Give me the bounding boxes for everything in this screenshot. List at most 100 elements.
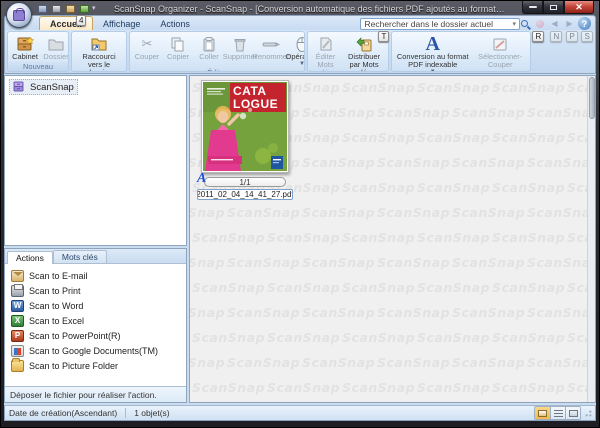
qat-home-button[interactable] bbox=[64, 3, 76, 14]
statusbar-separator bbox=[125, 408, 126, 418]
renommer-button[interactable]: Renommer bbox=[256, 33, 286, 68]
file-list-area[interactable]: ScanSnapScanSnapScanSnapScanSnapScanSnap… bbox=[189, 75, 596, 403]
previous-icon: ◀ bbox=[551, 20, 557, 28]
home-icon bbox=[66, 5, 75, 13]
watermark-text: ScanSnap bbox=[190, 305, 225, 320]
help-button[interactable]: ? bbox=[578, 17, 591, 30]
watermark-text: ScanSnap bbox=[267, 230, 340, 245]
scrollbar-thumb[interactable] bbox=[589, 77, 595, 119]
file-name[interactable]: 2011_02_04_14_41_27.pdf bbox=[197, 189, 293, 200]
stop-search-icon bbox=[536, 20, 544, 28]
cabinet-button[interactable]: Cabinet bbox=[10, 33, 40, 62]
watermark-text: ScanSnap bbox=[342, 130, 415, 145]
watermark-text: ScanSnap bbox=[492, 180, 565, 195]
pdf-thumbnail[interactable]: CATA LOGUE bbox=[201, 80, 289, 173]
tab-actions[interactable]: Actions bbox=[150, 17, 200, 30]
watermark-text: ScanSnap bbox=[527, 155, 595, 170]
watermark-text: ScanSnap bbox=[302, 305, 375, 320]
supprimer-button[interactable]: Supprimer bbox=[225, 33, 255, 68]
qat-scan-button[interactable] bbox=[78, 3, 90, 14]
select-cut-icon bbox=[492, 35, 508, 53]
svg-text:LOGUE: LOGUE bbox=[233, 97, 278, 111]
action-scan-to-excel[interactable]: X Scan to Excel bbox=[7, 313, 184, 328]
watermark-text: ScanSnap bbox=[492, 380, 565, 395]
paste-icon bbox=[202, 35, 216, 53]
previous-result-button[interactable]: ◀ bbox=[548, 18, 561, 30]
coller-button[interactable]: Coller bbox=[194, 33, 224, 68]
actions-panel: Actions Mots clés Scan to E-mail Scan to… bbox=[4, 248, 187, 403]
tree-item-scansnap[interactable]: ScanSnap bbox=[9, 79, 78, 95]
qat-window-button[interactable] bbox=[36, 3, 48, 14]
list-view-icon bbox=[554, 410, 563, 417]
minimize-button[interactable] bbox=[522, 1, 543, 14]
watermark-text: ScanSnap bbox=[342, 80, 415, 95]
watermark-text: ScanSnap bbox=[417, 230, 490, 245]
actions-footer: Déposer le fichier pour réaliser l'actio… bbox=[5, 386, 186, 402]
qat-print-button[interactable] bbox=[50, 3, 62, 14]
copier-button[interactable]: Copier bbox=[163, 33, 193, 68]
watermark-text: ScanSnap bbox=[417, 180, 490, 195]
office-button[interactable] bbox=[6, 2, 32, 28]
action-scan-to-picture-folder[interactable]: Scan to Picture Folder bbox=[7, 358, 184, 373]
object-count-label: 1 objet(s) bbox=[134, 408, 169, 418]
watermark-text: ScanSnap bbox=[302, 255, 375, 270]
page-indicator: 1/1 bbox=[204, 177, 286, 187]
operation-button[interactable]: Opération ▼ bbox=[287, 33, 305, 68]
group-nouveau: Cabinet Dossier Nouveau bbox=[7, 31, 69, 72]
thumbnail-view-button[interactable] bbox=[535, 407, 550, 419]
next-result-button[interactable]: ▶ bbox=[563, 18, 576, 30]
editer-mots-cles-button[interactable]: Éditer Mots clés bbox=[310, 33, 341, 72]
watermark-text: ScanSnap bbox=[452, 355, 525, 370]
scan-icon bbox=[80, 5, 89, 13]
dossier-button[interactable]: Dossier bbox=[41, 33, 69, 62]
watermark-text: ScanSnap bbox=[492, 130, 565, 145]
quick-access-toolbar: ▾ 4 bbox=[36, 3, 96, 14]
close-button[interactable]: ✕ bbox=[564, 1, 594, 14]
shortcut-to-folder-button[interactable]: Raccourci vers le dossier ▼ bbox=[74, 33, 124, 72]
tab-actions-list[interactable]: Actions bbox=[7, 251, 53, 264]
search-history-dropdown-icon[interactable]: ▾ bbox=[512, 20, 516, 28]
group-editer: ✂ Couper Copier Coller bbox=[129, 31, 305, 72]
watermark-text: ScanSnap bbox=[492, 330, 565, 345]
action-scan-to-print[interactable]: Scan to Print bbox=[7, 283, 184, 298]
stop-search-button[interactable] bbox=[533, 18, 546, 30]
watermark-text: ScanSnap bbox=[302, 205, 375, 220]
qat-dropdown-icon[interactable]: ▾ bbox=[92, 5, 96, 12]
content-scrollbar[interactable] bbox=[587, 76, 595, 402]
conversion-pdf-button[interactable]: A Conversion au format PDF indexable ▼ bbox=[394, 33, 471, 72]
watermark-text: ScanSnap bbox=[267, 330, 340, 345]
action-scan-to-google-docs[interactable]: Scan to Google Documents(TM) bbox=[7, 343, 184, 358]
details-view-button[interactable] bbox=[565, 407, 580, 419]
watermark-text: ScanSnap bbox=[190, 255, 225, 270]
group-convertir: A Conversion au format PDF indexable ▼ S… bbox=[391, 31, 531, 72]
resize-grip[interactable] bbox=[584, 409, 593, 418]
watermark-text: ScanSnap bbox=[302, 355, 375, 370]
watermark-text: ScanSnap bbox=[452, 205, 525, 220]
ribbon-tabs: Accueil Affichage Actions bbox=[39, 15, 200, 30]
search-button[interactable] bbox=[518, 18, 531, 30]
next-icon: ▶ bbox=[566, 20, 572, 28]
tab-affichage[interactable]: Affichage bbox=[93, 17, 150, 30]
word-icon: W bbox=[11, 300, 24, 312]
selectionner-couper-button[interactable]: Sélectionner-Couper bbox=[472, 33, 528, 72]
action-scan-to-powerpoint[interactable]: P Scan to PowerPoint(R) bbox=[7, 328, 184, 343]
couper-button[interactable]: ✂ Couper bbox=[132, 33, 162, 68]
picture-folder-icon bbox=[11, 360, 24, 372]
file-item[interactable]: CATA LOGUE bbox=[197, 80, 293, 200]
watermark-text: ScanSnap bbox=[527, 255, 595, 270]
list-view-button[interactable] bbox=[550, 407, 565, 419]
watermark-text: ScanSnap bbox=[492, 230, 565, 245]
watermark-text: ScanSnap bbox=[227, 305, 300, 320]
tab-mots-cles[interactable]: Mots clés bbox=[53, 250, 107, 263]
status-bar: Date de création(Ascendant) 1 objet(s) bbox=[4, 405, 596, 421]
rename-icon bbox=[262, 35, 280, 53]
action-scan-to-word[interactable]: W Scan to Word bbox=[7, 298, 184, 313]
action-scan-to-email[interactable]: Scan to E-mail bbox=[7, 268, 184, 283]
window-view-icon bbox=[38, 5, 47, 13]
powerpoint-icon: P bbox=[11, 330, 24, 342]
watermark-text: ScanSnap bbox=[342, 280, 415, 295]
titlebar: ▾ 4 ScanSnap Organizer - ScanSnap - [Con… bbox=[4, 2, 596, 15]
maximize-button[interactable] bbox=[543, 1, 564, 14]
search-input[interactable] bbox=[360, 18, 520, 30]
watermark-text: ScanSnap bbox=[302, 105, 375, 120]
